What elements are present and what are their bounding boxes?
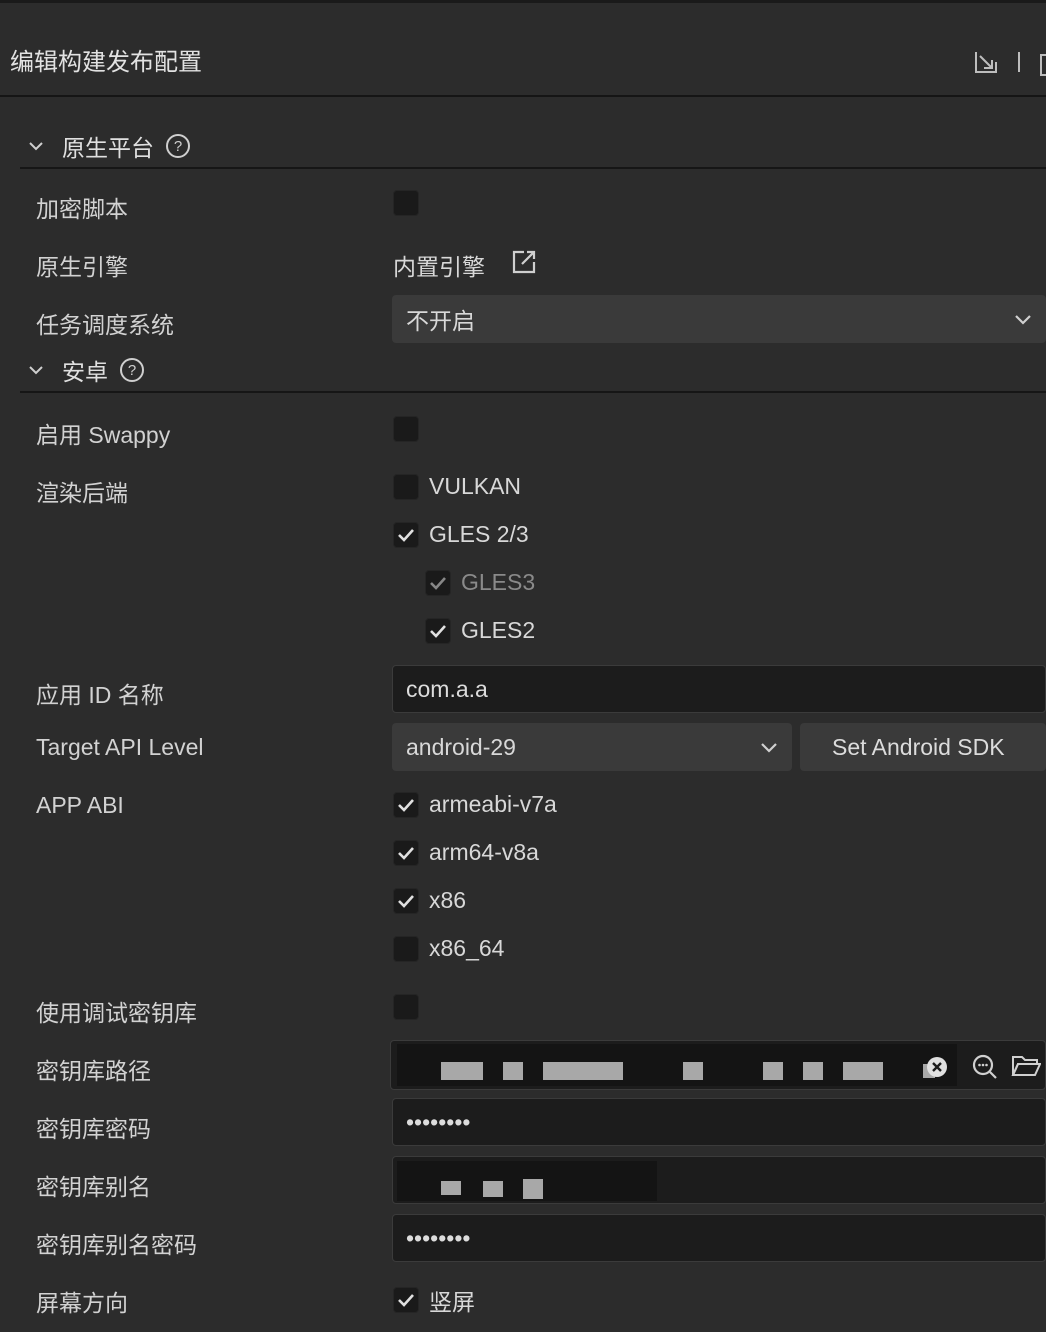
toolbar-separator [1018, 52, 1020, 72]
check-icon [398, 1294, 414, 1307]
armeabi-v7a-checkbox[interactable] [393, 791, 419, 818]
swappy-checkbox[interactable] [393, 416, 419, 442]
chevron-down-icon [1015, 315, 1031, 325]
section-divider [20, 391, 1046, 393]
option-label: GLES3 [461, 569, 536, 595]
set-android-sdk-button[interactable]: Set Android SDK [800, 723, 1046, 771]
abi-option-armeabi-v7a[interactable]: armeabi-v7a [393, 791, 557, 818]
gles3-checkbox [425, 569, 451, 596]
x86-checkbox[interactable] [393, 887, 419, 914]
check-icon [430, 576, 446, 590]
task-scheduler-label: 任务调度系统 [36, 312, 174, 338]
app-id-label: 应用 ID 名称 [36, 682, 164, 708]
app-abi-label: APP ABI [36, 792, 124, 818]
portrait-checkbox[interactable] [393, 1287, 419, 1313]
redacted-alias [397, 1161, 657, 1201]
native-engine-value: 内置引擎 [393, 254, 485, 280]
keystore-password-input[interactable]: •••••••• [392, 1098, 1046, 1146]
target-api-value: android-29 [406, 733, 516, 760]
encrypt-script-label: 加密脚本 [36, 196, 128, 222]
render-option-gles2[interactable]: GLES2 [425, 617, 535, 644]
section-android[interactable]: 安卓 ? [28, 353, 144, 387]
app-id-input[interactable]: com.a.a [392, 665, 1046, 713]
option-label: GLES 2/3 [429, 521, 529, 547]
section-divider [20, 167, 1046, 169]
option-label: arm64-v8a [429, 839, 539, 865]
render-backend-label: 渲染后端 [36, 480, 128, 506]
abi-option-x86-64[interactable]: x86_64 [393, 935, 504, 962]
redacted-path [397, 1044, 957, 1086]
render-option-gles3: GLES3 [425, 569, 535, 596]
clear-icon[interactable] [925, 1055, 949, 1085]
external-link-icon[interactable] [510, 248, 538, 281]
check-icon [398, 528, 414, 542]
section-native-platform[interactable]: 原生平台 ? [28, 129, 190, 163]
alias-password-label: 密钥库别名密码 [36, 1232, 197, 1258]
page-title: 编辑构建发布配置 [10, 49, 202, 76]
target-api-label: Target API Level [36, 734, 204, 760]
x86-64-checkbox[interactable] [393, 935, 419, 962]
swappy-label: 启用 Swappy [36, 422, 171, 448]
check-icon [398, 894, 414, 908]
render-option-gles23[interactable]: GLES 2/3 [393, 521, 529, 548]
option-label: VULKAN [429, 473, 522, 499]
option-label: x86 [429, 887, 467, 913]
help-icon[interactable]: ? [166, 134, 190, 158]
search-icon[interactable] [971, 1053, 999, 1087]
section-title: 安卓 [62, 359, 108, 385]
screen-orientation-label: 屏幕方向 [36, 1290, 128, 1316]
native-engine-label: 原生引擎 [36, 254, 128, 280]
folder-icon[interactable] [1011, 1053, 1042, 1085]
debug-keystore-checkbox[interactable] [393, 994, 419, 1020]
task-scheduler-select[interactable]: 不开启 [392, 295, 1046, 343]
abi-option-x86[interactable]: x86 [393, 887, 466, 914]
option-label: GLES2 [461, 617, 536, 643]
panel-toggle-icon[interactable] [1040, 54, 1046, 76]
abi-option-arm64-v8a[interactable]: arm64-v8a [393, 839, 539, 866]
export-icon[interactable] [972, 48, 1000, 81]
check-icon [398, 846, 414, 860]
gles23-checkbox[interactable] [393, 521, 419, 548]
keystore-path-label: 密钥库路径 [36, 1058, 151, 1084]
encrypt-script-checkbox[interactable] [393, 190, 419, 216]
chevron-down-icon [29, 366, 43, 375]
option-label: armeabi-v7a [429, 791, 557, 817]
alias-password-input[interactable]: •••••••• [392, 1214, 1046, 1262]
chevron-down-icon [29, 142, 43, 151]
help-icon[interactable]: ? [120, 358, 144, 382]
chevron-down-icon [761, 743, 777, 753]
option-label: 竖屏 [429, 1289, 475, 1315]
check-icon [398, 798, 414, 812]
gles2-checkbox[interactable] [425, 617, 451, 644]
keystore-password-label: 密钥库密码 [36, 1116, 151, 1142]
vulkan-checkbox[interactable] [393, 473, 419, 500]
section-title: 原生平台 [62, 135, 154, 161]
keystore-alias-input[interactable] [392, 1156, 1046, 1204]
keystore-alias-label: 密钥库别名 [36, 1174, 151, 1200]
orientation-option-portrait[interactable]: 竖屏 [393, 1283, 475, 1317]
task-scheduler-value: 不开启 [406, 308, 475, 334]
option-label: x86_64 [429, 935, 505, 961]
arm64-v8a-checkbox[interactable] [393, 839, 419, 866]
check-icon [430, 624, 446, 638]
target-api-select[interactable]: android-29 [392, 723, 792, 771]
keystore-path-input[interactable] [390, 1040, 1046, 1090]
debug-keystore-label: 使用调试密钥库 [36, 1000, 197, 1026]
render-option-vulkan[interactable]: VULKAN [393, 473, 521, 500]
